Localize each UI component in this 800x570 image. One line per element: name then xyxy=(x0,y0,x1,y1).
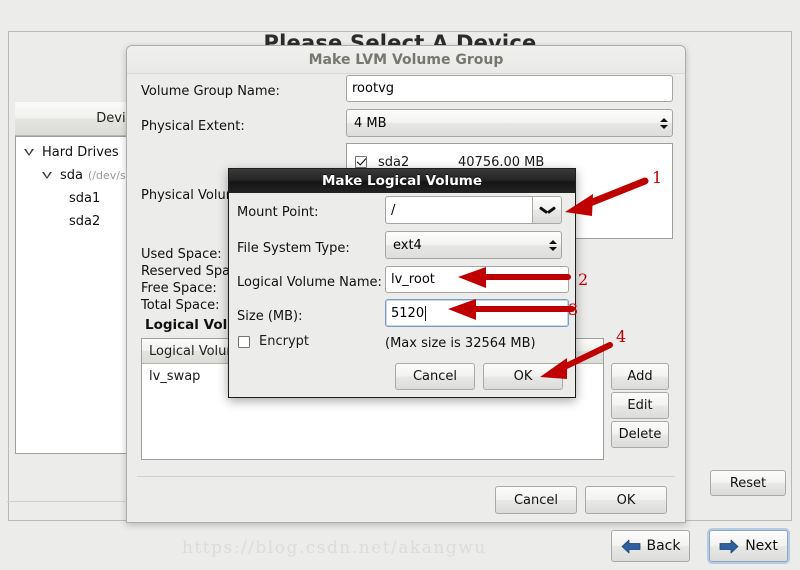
lv-ok-button[interactable]: OK xyxy=(483,363,563,390)
mount-point-label: Mount Point: xyxy=(237,205,319,220)
file-system-type-label: File System Type: xyxy=(237,241,350,256)
total-space-label: Total Space: xyxy=(141,298,220,313)
max-size-note: (Max size is 32564 MB) xyxy=(385,336,536,351)
reset-button[interactable]: Reset xyxy=(710,470,786,496)
back-button-label: Back xyxy=(646,538,681,554)
edit-button[interactable]: Edit xyxy=(611,392,669,419)
used-space-label: Used Space: xyxy=(141,247,222,262)
edit-button-label: Edit xyxy=(627,398,653,413)
lvm-cancel-button[interactable]: Cancel xyxy=(495,486,577,514)
logical-volume-name-input[interactable]: lv_root xyxy=(385,266,569,293)
lvm-ok-button[interactable]: OK xyxy=(585,486,667,514)
annotation-number-2: 2 xyxy=(578,270,589,289)
encrypt-label: Encrypt xyxy=(259,334,309,349)
next-button-label: Next xyxy=(745,538,778,554)
mount-point-dropdown-button[interactable] xyxy=(532,196,562,224)
expander-icon[interactable] xyxy=(24,148,34,156)
delete-button-label: Delete xyxy=(618,427,662,442)
lv-cancel-button[interactable]: Cancel xyxy=(395,363,475,390)
lvm-ok-button-label: OK xyxy=(616,492,636,508)
logical-volume-name: lv_swap xyxy=(149,368,201,384)
tree-item-label: sda1 xyxy=(69,191,101,206)
back-button[interactable]: Back xyxy=(611,530,690,562)
free-space-label: Free Space: xyxy=(141,281,217,296)
delete-button[interactable]: Delete xyxy=(611,421,669,448)
file-system-type-value: ext4 xyxy=(393,237,422,253)
size-value: 5120 xyxy=(391,305,425,321)
spinner-icon[interactable] xyxy=(660,117,668,129)
mount-point-value: / xyxy=(391,202,396,218)
size-input[interactable]: 5120 xyxy=(385,299,569,327)
lvm-cancel-button-label: Cancel xyxy=(513,492,559,508)
encrypt-checkbox[interactable] xyxy=(238,335,250,348)
annotation-number-1: 1 xyxy=(652,168,663,187)
physical-volume-checkbox[interactable] xyxy=(355,156,367,168)
lv-ok-button-label: OK xyxy=(513,369,533,384)
logical-volume-name-label: Logical Volume Name: xyxy=(237,275,382,290)
lv-dialog-title: Make Logical Volume xyxy=(321,173,483,189)
file-system-type-select[interactable]: ext4 xyxy=(385,231,562,259)
mount-point-input[interactable]: / xyxy=(385,196,533,224)
add-button-label: Add xyxy=(627,369,653,384)
size-label: Size (MB): xyxy=(237,309,303,324)
lvm-dialog-title: Make LVM Volume Group xyxy=(308,51,504,68)
next-button[interactable]: Next xyxy=(709,530,788,562)
add-button[interactable]: Add xyxy=(611,363,669,390)
arrow-right-icon xyxy=(719,539,739,553)
volume-group-name-input[interactable]: rootvg xyxy=(346,75,673,102)
physical-extent-select[interactable]: 4 MB xyxy=(346,109,673,137)
annotation-number-4: 4 xyxy=(616,327,627,346)
arrow-left-icon xyxy=(621,539,640,553)
chevron-down-icon xyxy=(540,206,555,215)
volume-group-name-label: Volume Group Name: xyxy=(141,84,280,99)
text-caret xyxy=(425,305,427,321)
tree-item-label: sda2 xyxy=(69,214,101,229)
screen: Please Select A Device Device Hard Drive… xyxy=(0,0,800,570)
divider xyxy=(7,501,125,502)
physical-extent-value: 4 MB xyxy=(354,115,387,131)
physical-extent-label: Physical Extent: xyxy=(141,119,245,134)
annotation-number-3: 3 xyxy=(568,300,579,319)
expander-icon[interactable] xyxy=(42,171,52,179)
encrypt-checkbox-row[interactable]: Encrypt xyxy=(238,334,309,349)
spinner-icon[interactable] xyxy=(549,239,557,251)
tree-item-label: Hard Drives xyxy=(42,145,119,160)
logical-volume-name-value: lv_root xyxy=(391,272,435,287)
lv-dialog-titlebar: Make Logical Volume xyxy=(229,169,575,193)
dialog-divider xyxy=(137,476,675,477)
make-logical-volume-dialog: Make Logical Volume Mount Point: / File … xyxy=(228,168,576,398)
lvm-dialog-titlebar: Make LVM Volume Group xyxy=(127,46,685,74)
tree-item-label: sda xyxy=(60,168,83,183)
navigation-bar: Back Next xyxy=(0,522,800,570)
reset-button-label: Reset xyxy=(729,475,767,491)
lv-cancel-button-label: Cancel xyxy=(412,369,458,384)
volume-group-name-value: rootvg xyxy=(352,81,395,96)
